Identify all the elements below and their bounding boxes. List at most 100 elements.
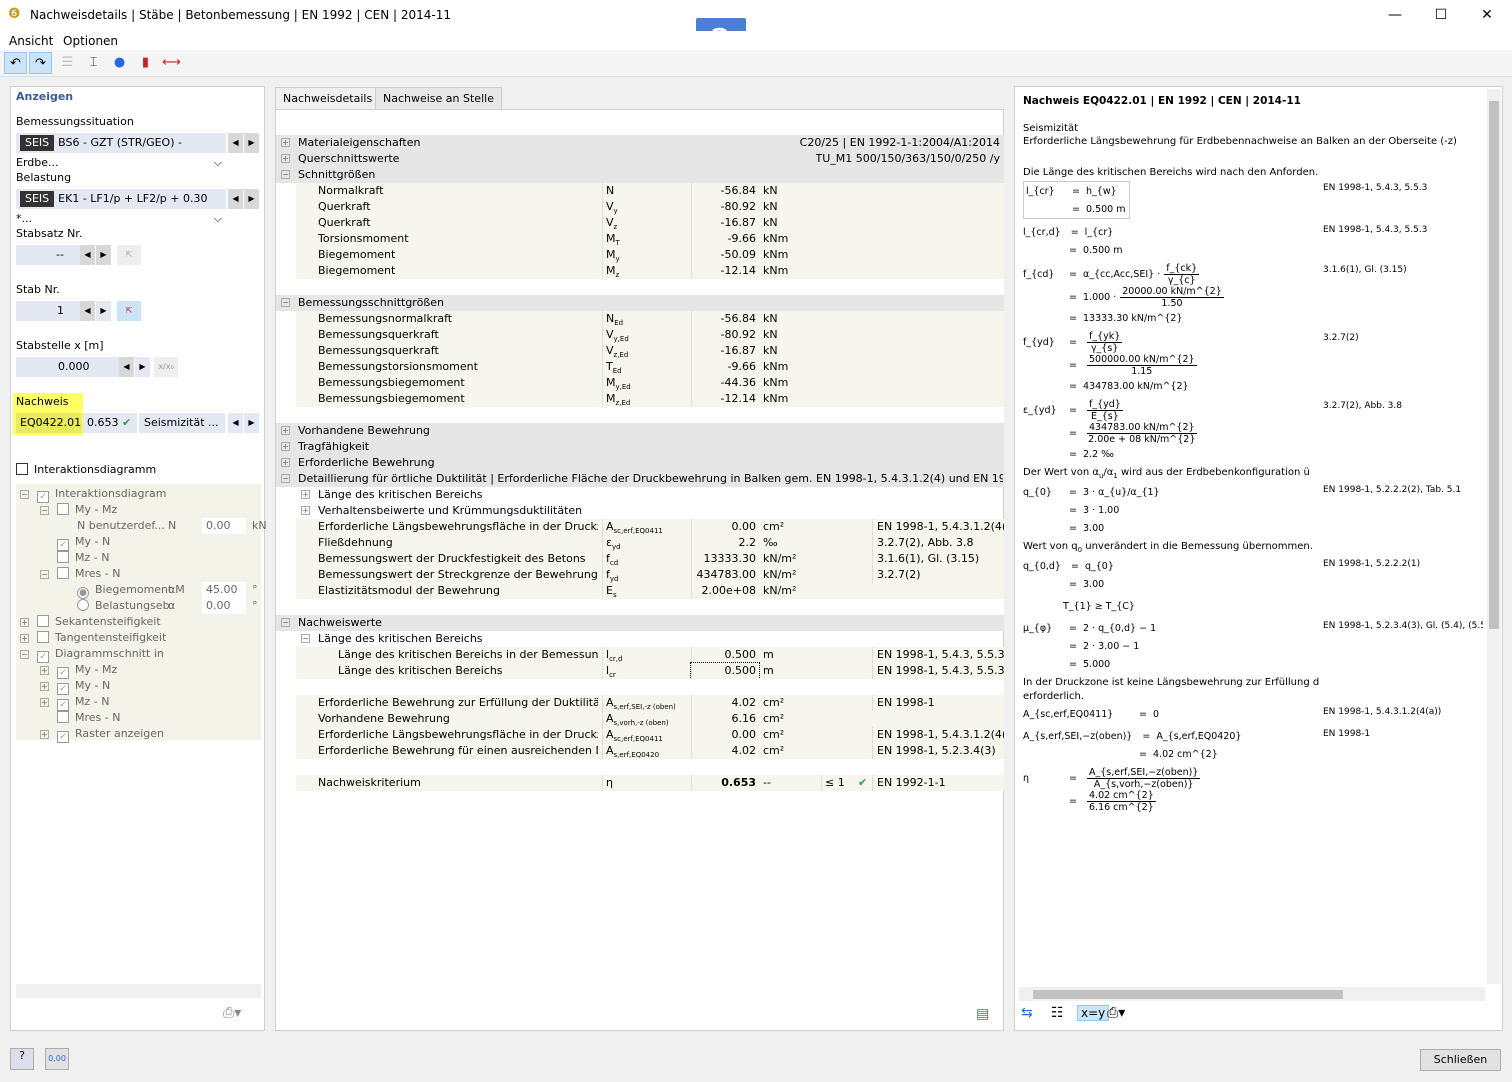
tree-item[interactable]: + Tangentensteifigkeit [20, 630, 166, 646]
tree-item[interactable]: + ✓ My - Mz [40, 662, 117, 679]
table-row[interactable]: Bemessungsbiegemoment Mz,Ed -12.14 kNm [296, 391, 1004, 412]
tree-item[interactable]: Belastungseb [60, 598, 170, 614]
checkbox-icon[interactable] [57, 551, 69, 563]
expand-icon[interactable]: + [281, 458, 290, 467]
prev-button[interactable]: ◀ [80, 245, 95, 265]
table-row[interactable]: Länge des kritischen Bereichs in der Bem… [296, 647, 1004, 668]
table-row[interactable]: Biegemoment Mz -12.14 kNm [296, 263, 1004, 284]
tree-item[interactable]: + ✓ My - N [40, 678, 110, 695]
tree-item[interactable]: ● Biegemoment [60, 582, 172, 599]
row-value[interactable]: 0.00 [691, 519, 759, 535]
table-row[interactable]: Querkraft Vy -80.92 kN [296, 199, 1004, 220]
table-row[interactable]: Fließdehnung εyd 2.2 ‰ 3.2.7(2), Abb. 3.8 [296, 535, 1004, 556]
expand-icon[interactable]: + [40, 730, 49, 739]
table-row[interactable]: Länge des kritischen Bereichs lcr 0.500 m EN… [296, 662, 1004, 684]
formula-icon[interactable]: x=y [1077, 1005, 1110, 1021]
tree-item[interactable]: + ✓ Mz - N [40, 694, 109, 711]
next-button[interactable]: ▶ [135, 357, 150, 377]
pick-cursor-icon[interactable]: ⇱ [117, 301, 141, 321]
row-value[interactable]: 0.00 [691, 727, 759, 743]
export-icon[interactable]: ▤ [976, 1006, 989, 1022]
minimize-button[interactable]: — [1372, 4, 1418, 26]
checkbox-icon[interactable] [37, 631, 49, 643]
expand-icon[interactable]: + [281, 426, 290, 435]
collapse-icon[interactable]: − [20, 490, 29, 499]
horizontal-scrollbar[interactable] [16, 984, 261, 998]
expand-icon[interactable]: + [281, 138, 290, 147]
tab-nachweisdetails[interactable]: Nachweisdetails [275, 87, 381, 109]
row-value[interactable]: -16.87 [691, 343, 759, 359]
tree-value[interactable]: 45.00 [202, 582, 246, 598]
checkbox-icon[interactable] [37, 615, 49, 627]
checkbox-icon[interactable]: ✓ [57, 731, 69, 743]
collapse-icon[interactable]: − [281, 170, 290, 179]
collapse-icon[interactable]: − [281, 474, 290, 483]
row-value[interactable]: -50.09 [691, 247, 759, 263]
relative-location-button[interactable]: x/x₀ [154, 357, 178, 377]
tree-item[interactable]: Mres - N [40, 710, 120, 726]
table-row[interactable]: Bemessungswert der Streckgrenze der Bewe… [296, 567, 1004, 588]
expand-icon[interactable]: + [40, 666, 49, 675]
expand-icon[interactable]: + [301, 506, 310, 515]
table-row[interactable]: Elastizitätsmodul der Bewehrung Es 2.00e+0… [296, 583, 1004, 604]
check-id[interactable]: EQ0422.01 [16, 413, 82, 433]
collapse-icon[interactable]: − [40, 570, 49, 579]
table-row[interactable]: Erforderliche Längsbewehrungsfläche in d… [296, 727, 1004, 748]
section-icon[interactable]: ⌶ [82, 52, 105, 74]
row-value[interactable]: -56.84 [691, 183, 759, 199]
prev-button[interactable]: ◀ [80, 301, 95, 321]
tree-item[interactable]: − Mres - N [40, 566, 120, 582]
table-row[interactable]: Bemessungsnormalkraft NEd -56.84 kN [296, 311, 1004, 332]
tree-item[interactable]: + Sekantensteifigkeit [20, 614, 161, 630]
section-row[interactable]: + Vorhandene Bewehrung [276, 423, 1004, 439]
table-row[interactable]: + Verhaltensbeiwerte und Krümmungsduktili… [276, 503, 1004, 519]
radio-icon[interactable] [77, 599, 89, 611]
member-info-icon[interactable]: ▮ [134, 52, 157, 74]
section-row[interactable]: − Nachweiswerte [276, 615, 1004, 631]
vertical-scrollbar[interactable] [1487, 89, 1501, 984]
row-value[interactable]: 4.02 [691, 695, 759, 711]
row-value[interactable]: -9.66 [691, 359, 759, 375]
section-row[interactable]: + Tragfähigkeit [276, 439, 1004, 455]
next-button[interactable]: ▶ [244, 133, 259, 153]
table-row[interactable]: − Länge des kritischen Bereichs [276, 631, 1004, 647]
expand-icon[interactable]: + [40, 682, 49, 691]
prev-button[interactable]: ◀ [228, 189, 243, 209]
table-row[interactable]: Bemessungstorsionsmoment TEd -9.66 kNm [296, 359, 1004, 380]
expand-icon[interactable]: + [281, 442, 290, 451]
sync-icon[interactable]: ⇆ [1021, 1005, 1033, 1021]
close-button[interactable]: Schließen [1420, 1049, 1501, 1071]
table-row[interactable]: Normalkraft N -56.84 kN [296, 183, 1004, 199]
table-row[interactable]: Bemessungswert der Druckfestigkeit des B… [296, 551, 1004, 572]
set-select[interactable]: -- [16, 245, 80, 265]
table-row[interactable]: Erforderliche Bewehrung für einen ausrei… [296, 743, 1004, 764]
close-window-button[interactable]: ✕ [1464, 4, 1510, 26]
expand-icon[interactable]: + [40, 698, 49, 707]
undo-view-icon[interactable]: ↶ [4, 52, 27, 74]
collapse-icon[interactable]: − [40, 506, 49, 515]
table-row[interactable]: + Länge des kritischen Bereichs [276, 487, 1004, 503]
section-row[interactable]: + Erforderliche Bewehrung [276, 455, 1004, 471]
table-row[interactable]: Erforderliche Längsbewehrungsfläche in d… [296, 519, 1004, 540]
row-value[interactable]: -12.14 [691, 263, 759, 279]
redo-view-icon[interactable]: ↷ [29, 52, 52, 74]
table-row[interactable]: Bemessungsbiegemoment My,Ed -44.36 kNm [296, 375, 1004, 396]
horizontal-scrollbar[interactable] [1019, 987, 1485, 1001]
row-value[interactable]: 0.500 [691, 647, 759, 663]
tree-item[interactable]: − My - Mz [40, 502, 117, 518]
row-value[interactable]: 0.500 [690, 662, 760, 680]
row-value[interactable]: -44.36 [691, 375, 759, 391]
maximize-button[interactable]: ☐ [1418, 4, 1464, 26]
row-value[interactable]: 13333.30 [691, 551, 759, 567]
color-info-icon[interactable]: ● [108, 52, 131, 74]
tree-value[interactable]: 0.00 [202, 518, 246, 534]
member-select[interactable]: 1 [16, 301, 80, 321]
table-row[interactable]: Querkraft Vz -16.87 kN [296, 215, 1004, 236]
table-row[interactable]: Torsionsmoment MT -9.66 kNm [296, 231, 1004, 252]
collapse-icon[interactable]: − [281, 618, 290, 627]
checkbox-icon[interactable] [57, 567, 69, 579]
checkbox-icon[interactable] [57, 711, 69, 723]
section-row[interactable]: − Schnittgrößen [276, 167, 1004, 183]
prev-button[interactable]: ◀ [228, 133, 243, 153]
next-button[interactable]: ▶ [244, 189, 259, 209]
